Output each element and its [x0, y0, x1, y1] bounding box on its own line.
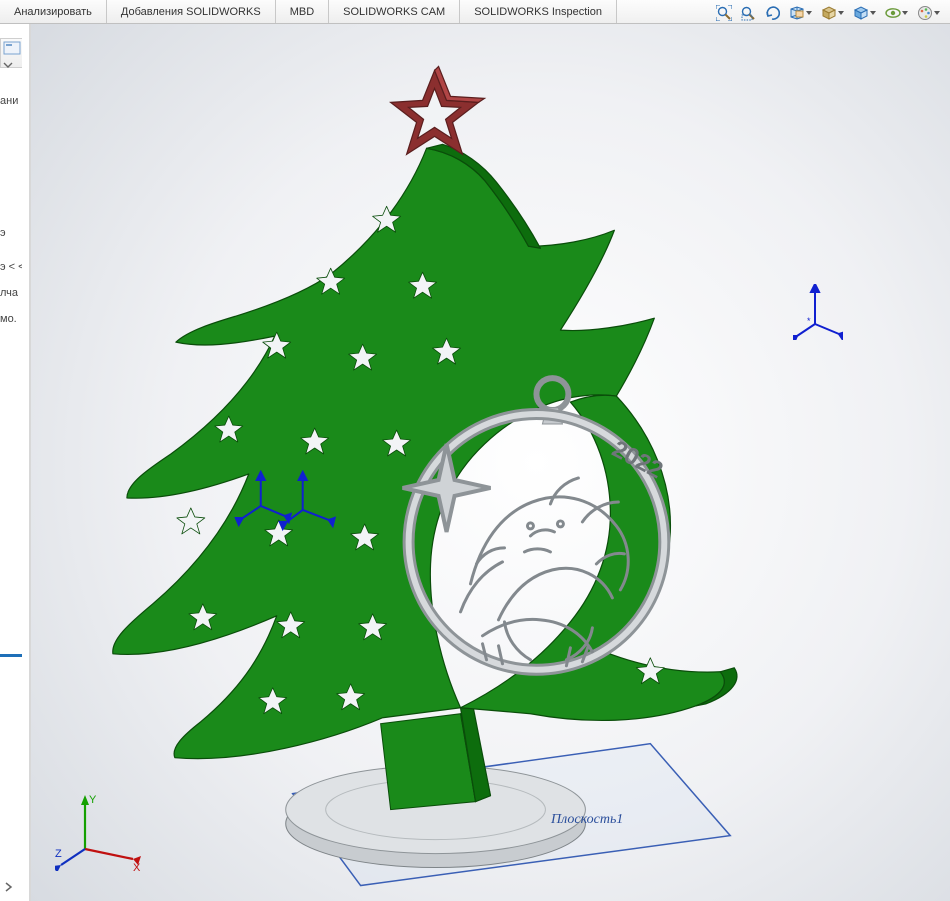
view-orientation-icon[interactable]	[818, 3, 846, 23]
panel-text-fragment-5: мо.	[0, 308, 22, 330]
tab-analyze[interactable]: Анализировать	[0, 0, 107, 23]
panel-text-fragment-2: э	[0, 222, 22, 244]
hide-show-items-icon[interactable]	[882, 3, 910, 23]
section-view-icon[interactable]	[786, 3, 814, 23]
edit-appearance-icon[interactable]	[914, 3, 942, 23]
model-rendering: 2022	[31, 24, 950, 901]
reference-plane-label[interactable]: Плоскость1	[551, 812, 623, 828]
zoom-to-area-icon[interactable]	[738, 3, 758, 23]
previous-view-icon[interactable]	[762, 3, 782, 23]
zoom-to-fit-icon[interactable]	[714, 3, 734, 23]
tab-solidworks-cam[interactable]: SOLIDWORKS CAM	[329, 0, 460, 23]
panel-scroll-marker	[0, 654, 22, 657]
left-panel-gutter: ани э э < < лча мо.	[0, 24, 30, 901]
panel-text-fragment-4: лча	[0, 282, 22, 304]
tab-solidworks-addins[interactable]: Добавления SOLIDWORKS	[107, 0, 276, 23]
tab-solidworks-inspection[interactable]: SOLIDWORKS Inspection	[460, 0, 617, 23]
svg-text:Y: Y	[89, 794, 97, 806]
scene-triad-icon: *	[793, 284, 843, 340]
tree-top-star	[391, 66, 485, 154]
panel-expand-icon[interactable]	[4, 882, 14, 895]
display-style-icon[interactable]	[850, 3, 878, 23]
tab-mbd[interactable]: MBD	[276, 0, 329, 23]
svg-text:*: *	[807, 316, 811, 326]
panel-text-fragment-3: э < <	[0, 256, 22, 278]
graphics-viewport[interactable]: 2022	[30, 24, 950, 901]
view-heads-up-toolbar	[714, 2, 942, 24]
orientation-triad[interactable]: Y X Z	[55, 793, 141, 871]
panel-tab-stub[interactable]	[0, 38, 22, 68]
svg-text:X: X	[133, 862, 141, 871]
panel-text-fragment-1: ани	[0, 90, 22, 112]
svg-text:Z: Z	[55, 848, 62, 860]
